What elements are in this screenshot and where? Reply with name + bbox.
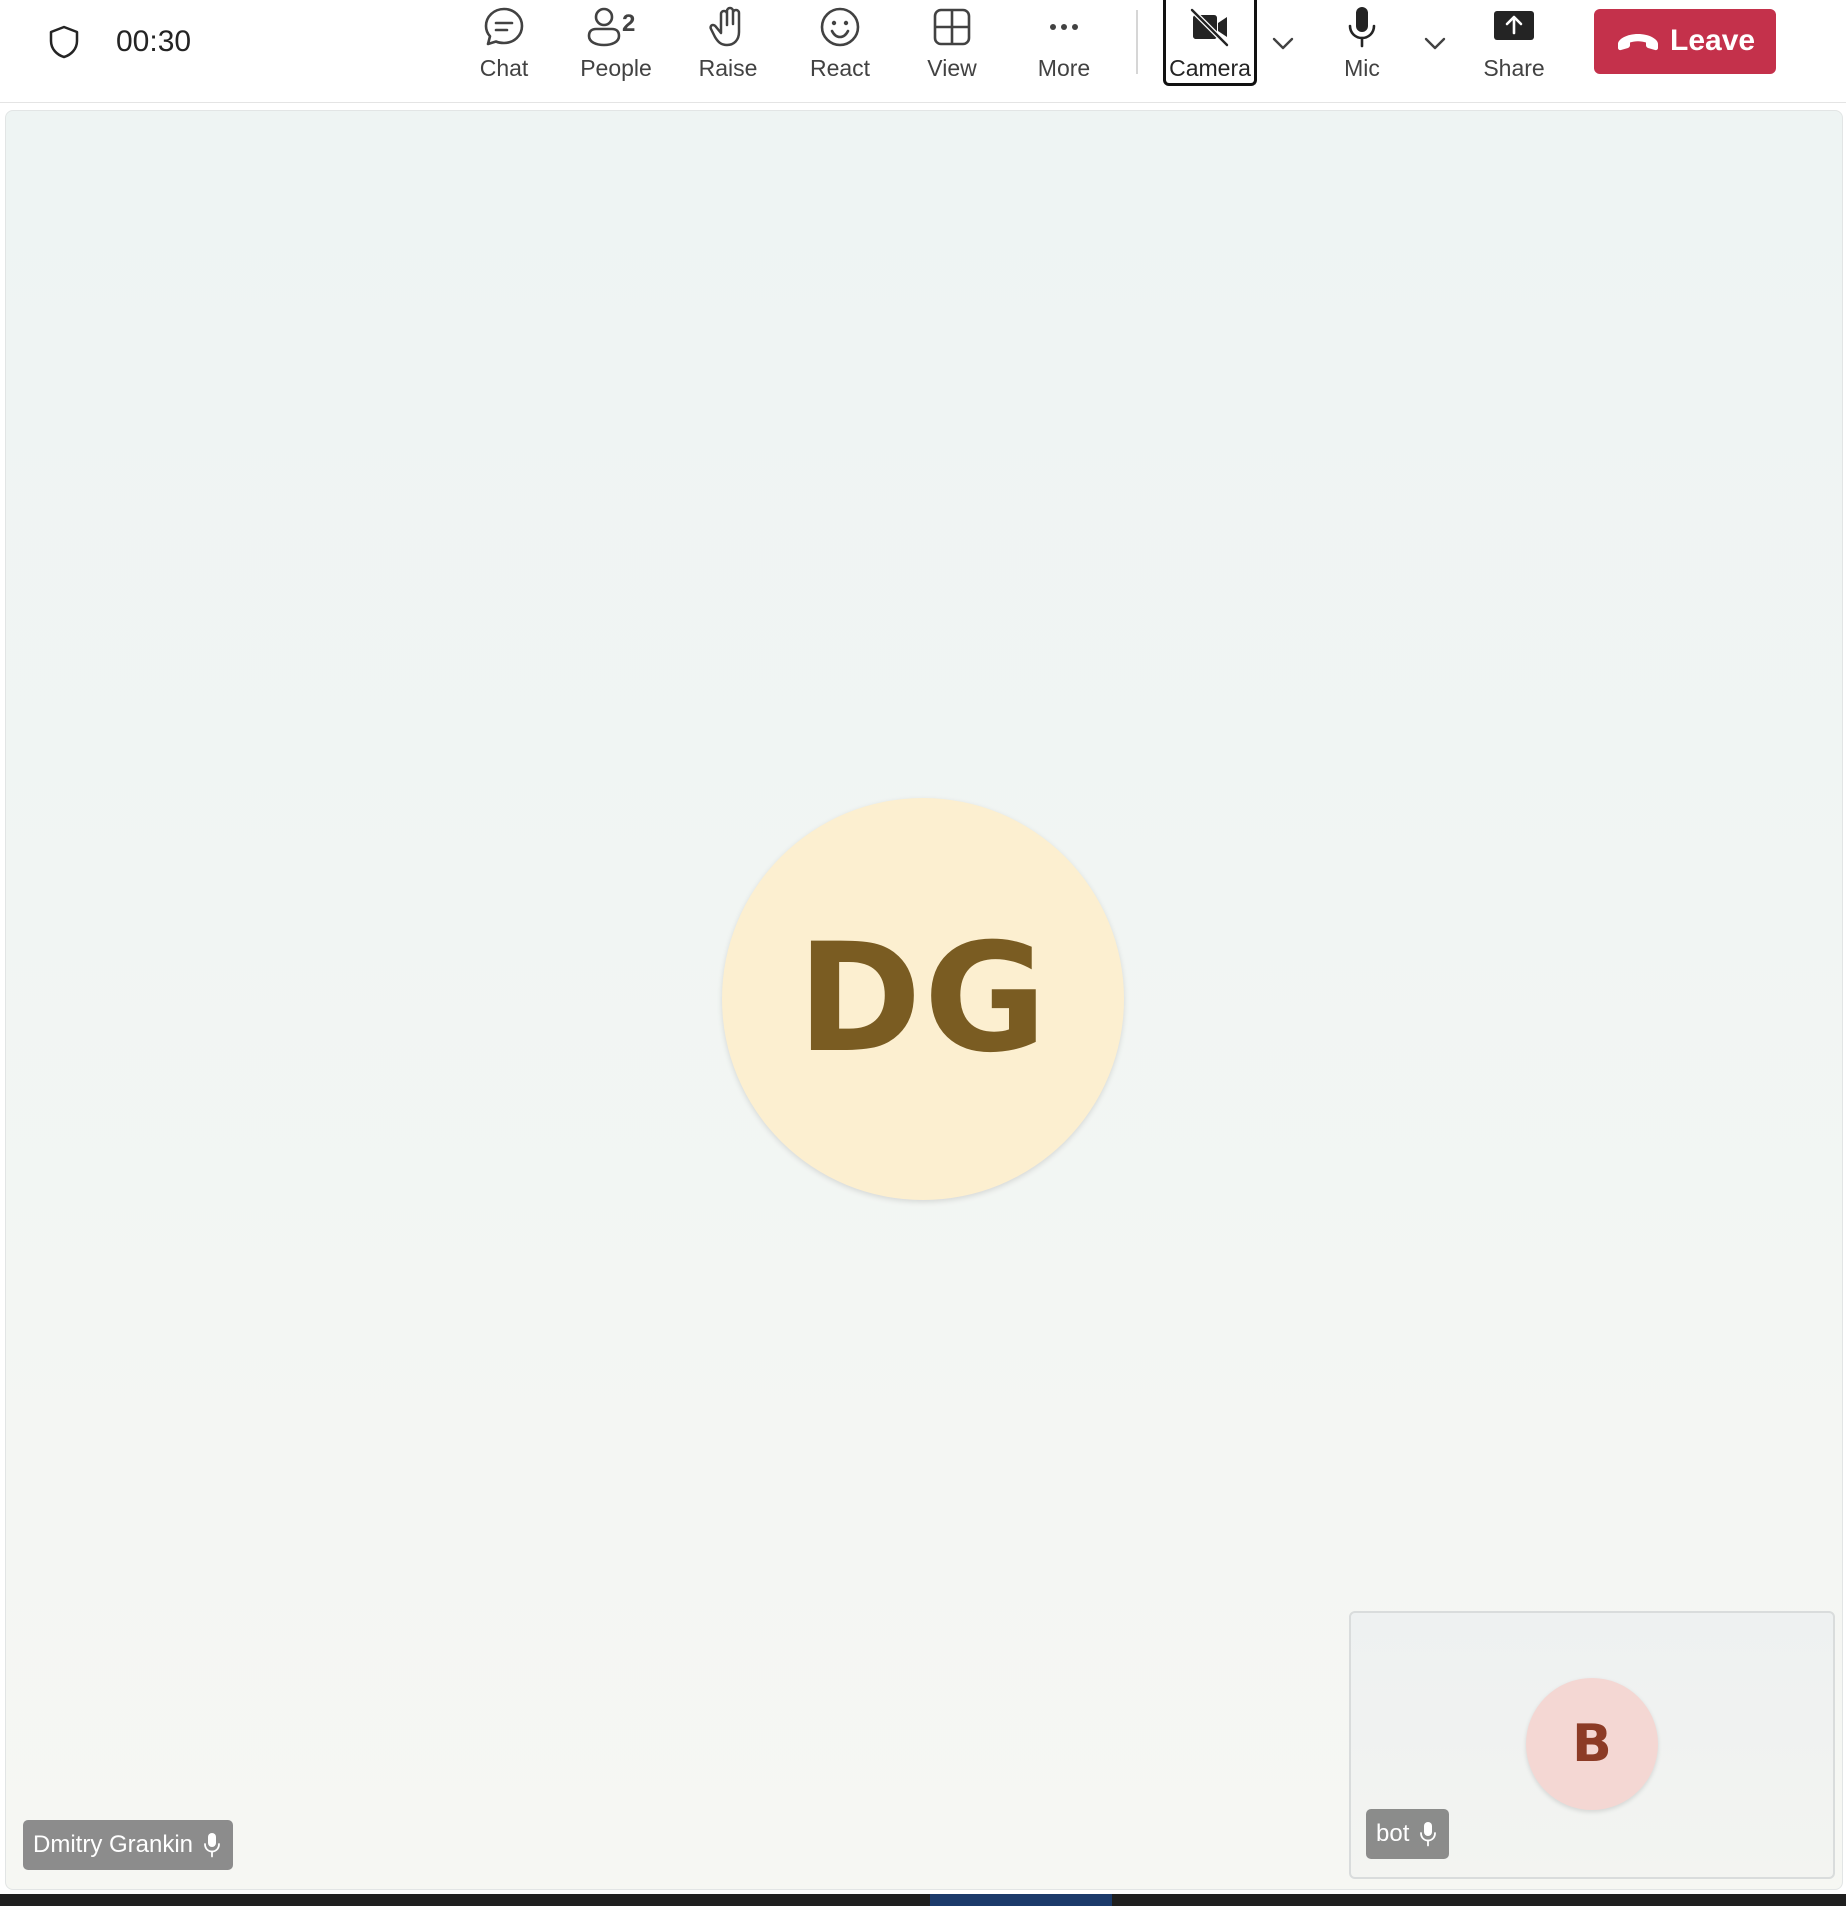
participant-initials-self: B xyxy=(1572,1714,1612,1774)
video-stage: DG Dmitry Grankin B bot xyxy=(5,110,1843,1890)
camera-button[interactable]: Camera xyxy=(1163,0,1257,86)
camera-options-chevron-down-icon[interactable] xyxy=(1268,28,1298,58)
chat-label: Chat xyxy=(479,55,529,81)
raise-hand-icon xyxy=(709,6,741,47)
mic-icon xyxy=(1420,1822,1437,1847)
mic-icon xyxy=(1348,7,1376,48)
mic-button[interactable]: Mic xyxy=(1312,0,1412,90)
share-icon xyxy=(1494,11,1534,40)
raise-hand-button[interactable]: Raise xyxy=(678,0,778,90)
taskbar-edge xyxy=(0,1894,1846,1906)
meeting-toolbar: 00:30 Chat People 2 Raise React View Mor… xyxy=(0,0,1846,103)
leave-button[interactable]: Leave xyxy=(1594,9,1776,74)
participant-initials-main: DG xyxy=(797,912,1049,1086)
participant-avatar-main: DG xyxy=(722,798,1124,1200)
people-count-badge: 2 xyxy=(622,10,636,37)
view-button[interactable]: View xyxy=(902,0,1002,90)
view-label: View xyxy=(927,55,977,81)
participant-avatar-self: B xyxy=(1526,1678,1658,1810)
camera-label: Camera xyxy=(1169,55,1251,81)
leave-label: Leave xyxy=(1670,24,1756,57)
chat-icon xyxy=(484,7,524,46)
raise-label: Raise xyxy=(698,55,758,81)
shield-icon[interactable] xyxy=(46,24,82,60)
meeting-window: 00:30 Chat People 2 Raise React View Mor… xyxy=(0,0,1846,1906)
toolbar-divider xyxy=(1136,10,1138,74)
more-label: More xyxy=(1037,55,1091,81)
react-button[interactable]: React xyxy=(790,0,890,90)
participant-name-self: bot xyxy=(1376,1820,1410,1847)
mic-options-chevron-down-icon[interactable] xyxy=(1420,28,1450,58)
view-icon xyxy=(933,8,971,46)
participant-name-main: Dmitry Grankin xyxy=(33,1831,194,1858)
participant-name-tag-self: bot xyxy=(1366,1809,1450,1859)
more-icon xyxy=(1050,24,1078,30)
mic-label: Mic xyxy=(1344,55,1380,81)
share-label: Share xyxy=(1483,55,1545,81)
share-button[interactable]: Share xyxy=(1464,0,1564,90)
meeting-timer: 00:30 xyxy=(116,25,192,58)
taskbar-segment xyxy=(930,1894,1112,1906)
people-button[interactable]: People xyxy=(566,0,666,90)
react-label: React xyxy=(809,55,871,81)
camera-off-icon xyxy=(1190,8,1229,47)
chat-button[interactable]: Chat xyxy=(454,0,554,90)
mic-icon xyxy=(204,1833,220,1858)
hang-up-icon xyxy=(1618,34,1658,51)
people-label: People xyxy=(580,55,652,81)
self-video-tile[interactable]: B bot xyxy=(1349,1611,1835,1879)
participant-name-tag-main: Dmitry Grankin xyxy=(23,1820,234,1870)
people-icon xyxy=(587,7,621,47)
react-icon xyxy=(820,7,860,47)
more-button[interactable]: More xyxy=(1014,0,1114,90)
